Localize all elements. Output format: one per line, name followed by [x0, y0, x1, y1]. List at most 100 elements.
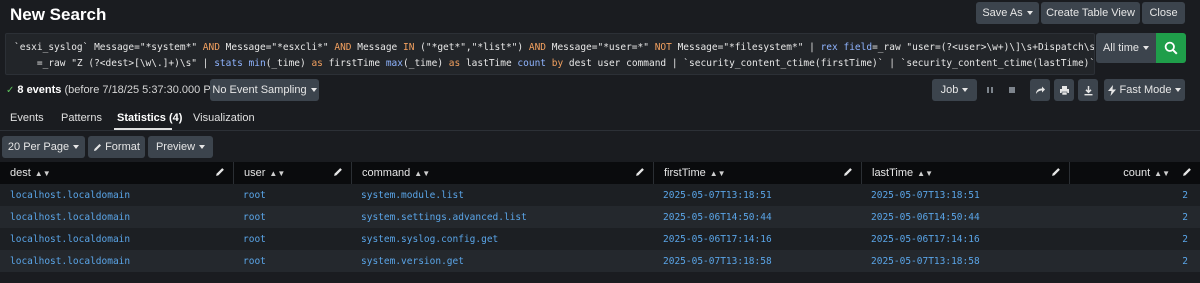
check-icon: ✓: [6, 85, 15, 96]
search-token: AND: [197, 42, 226, 53]
save-as-button[interactable]: Save As: [976, 2, 1039, 24]
search-token: field: [837, 42, 873, 53]
chevron-down-icon: [1026, 11, 1033, 15]
search-token: AND: [528, 42, 547, 53]
search-query-line-1: `esxi_syslog` Message= "*system*" AND Mes…: [14, 42, 1095, 53]
pause-button[interactable]: [983, 79, 997, 101]
column-header-lasttime[interactable]: lastTime ▲▼: [862, 162, 1070, 184]
cell-firsttime[interactable]: 2025-05-07T13:18:51: [663, 190, 772, 201]
title-bar: New Search Save As Create Table View Clo…: [0, 0, 1200, 30]
search-token: =_raw "user=(?<user>\w+)\]\s+Dispatch\s+…: [872, 42, 1095, 53]
column-header-firsttime[interactable]: firstTime ▲▼: [654, 162, 862, 184]
search-token: (_time): [403, 58, 449, 69]
search-token: =_raw "Z (?<dest>[\w\.]+)\s" |: [14, 58, 215, 69]
search-input[interactable]: `esxi_syslog` Message= "*system*" AND Mes…: [5, 33, 1095, 75]
cell-firsttime[interactable]: 2025-05-07T13:18:58: [663, 256, 772, 267]
cell-count[interactable]: 2: [1182, 190, 1188, 201]
pencil-icon[interactable]: [215, 167, 225, 177]
time-range-label: All time: [1102, 42, 1140, 54]
cell-command[interactable]: system.settings.advanced.list: [361, 212, 527, 223]
column-label: firstTime: [664, 167, 706, 179]
search-token: stats: [214, 58, 243, 69]
table-header: dest ▲▼ user ▲▼ command ▲▼ firstTime ▲▼ last…: [0, 162, 1200, 184]
pencil-icon[interactable]: [1182, 167, 1192, 177]
job-dropdown[interactable]: Job: [932, 79, 977, 101]
column-label: dest: [10, 167, 31, 179]
column-label: user: [244, 167, 266, 179]
cell-user[interactable]: root: [243, 256, 266, 267]
print-button[interactable]: [1054, 79, 1074, 101]
cell-user[interactable]: root: [243, 190, 266, 201]
cell-command[interactable]: system.syslog.config.get: [361, 234, 498, 245]
time-range-picker[interactable]: All time: [1096, 33, 1156, 63]
tab-patterns[interactable]: Patterns: [61, 112, 102, 124]
stop-button[interactable]: [1005, 79, 1019, 101]
search-token: dest user command | `security_content_ct…: [563, 58, 1095, 69]
pencil-icon[interactable]: [1051, 167, 1061, 177]
tab-visualization[interactable]: Visualization: [193, 112, 255, 124]
search-icon: [1164, 41, 1178, 55]
result-tabs: Events Patterns Statistics (4) Visualiza…: [0, 108, 1200, 130]
search-token: count: [517, 58, 547, 69]
share-button[interactable]: [1030, 79, 1050, 101]
chevron-down-icon: [199, 145, 206, 149]
column-header-command[interactable]: command ▲▼: [352, 162, 654, 184]
pencil-icon[interactable]: [333, 167, 343, 177]
search-token: ("*get*","*list*"): [414, 42, 529, 53]
chevron-down-icon: [1175, 88, 1182, 92]
column-header-count[interactable]: count ▲▼: [1070, 162, 1200, 184]
cell-count[interactable]: 2: [1182, 234, 1188, 245]
table-row: localhost.localdomain root system.syslog…: [0, 228, 1200, 250]
print-icon: [1059, 85, 1069, 95]
cell-command[interactable]: system.version.get: [361, 256, 464, 267]
chevron-down-icon: [1143, 46, 1150, 50]
column-label: count: [1123, 167, 1151, 179]
column-header-dest[interactable]: dest ▲▼: [0, 162, 234, 184]
event-before-text: (before 7/18/25 5:37:30.000 PM): [64, 84, 224, 96]
column-header-user[interactable]: user ▲▼: [234, 162, 352, 184]
cell-dest[interactable]: localhost.localdomain: [10, 212, 130, 223]
close-button[interactable]: Close: [1142, 2, 1185, 24]
export-button[interactable]: [1078, 79, 1098, 101]
search-token: Message=: [225, 42, 272, 53]
search-token: Message="*filesystem*" |: [671, 42, 821, 53]
tab-statistics[interactable]: Statistics (4): [117, 112, 182, 124]
cell-firsttime[interactable]: 2025-05-06T17:14:16: [663, 234, 772, 245]
search-token: NOT: [654, 42, 672, 53]
search-token: "*system*": [139, 42, 198, 53]
sort-icon: ▲▼: [917, 168, 933, 178]
cell-dest[interactable]: localhost.localdomain: [10, 256, 130, 267]
cell-command[interactable]: system.module.list: [361, 190, 464, 201]
create-table-view-button[interactable]: Create Table View: [1041, 2, 1140, 24]
preview-label: Preview: [155, 141, 196, 153]
per-page-dropdown[interactable]: 20 Per Page: [2, 136, 85, 158]
cell-user[interactable]: root: [243, 234, 266, 245]
cell-count[interactable]: 2: [1182, 212, 1188, 223]
format-button[interactable]: Format: [88, 136, 145, 158]
search-mode-dropdown[interactable]: Fast Mode: [1104, 79, 1185, 101]
search-submit-button[interactable]: [1156, 33, 1186, 63]
search-token: firstTime: [322, 58, 386, 69]
sort-icon: ▲▼: [34, 168, 51, 178]
cell-dest[interactable]: localhost.localdomain: [10, 190, 130, 201]
search-query-line-2: =_raw "Z (?<dest>[\w\.]+)\s" | stats min…: [14, 58, 1095, 69]
table-row: localhost.localdomain root system.versio…: [0, 250, 1200, 272]
event-count-value: 8 events: [17, 84, 62, 96]
sort-icon: ▲▼: [414, 168, 431, 178]
tab-events[interactable]: Events: [10, 112, 44, 124]
event-sampling-dropdown[interactable]: No Event Sampling: [210, 79, 319, 101]
cell-lasttime[interactable]: 2025-05-07T13:18:51: [871, 190, 980, 201]
cell-lasttime[interactable]: 2025-05-06T14:50:44: [871, 212, 980, 223]
cell-count[interactable]: 2: [1182, 256, 1188, 267]
search-token: IN: [403, 42, 415, 53]
cell-dest[interactable]: localhost.localdomain: [10, 234, 130, 245]
cell-lasttime[interactable]: 2025-05-07T13:18:58: [871, 256, 980, 267]
event-sampling-label: No Event Sampling: [212, 84, 307, 96]
cell-user[interactable]: root: [243, 212, 266, 223]
cell-lasttime[interactable]: 2025-05-06T17:14:16: [871, 234, 980, 245]
search-token: `esxi_syslog`: [14, 42, 89, 53]
preview-dropdown[interactable]: Preview: [148, 136, 213, 158]
pencil-icon[interactable]: [843, 167, 853, 177]
cell-firsttime[interactable]: 2025-05-06T14:50:44: [663, 212, 772, 223]
pencil-icon[interactable]: [635, 167, 645, 177]
